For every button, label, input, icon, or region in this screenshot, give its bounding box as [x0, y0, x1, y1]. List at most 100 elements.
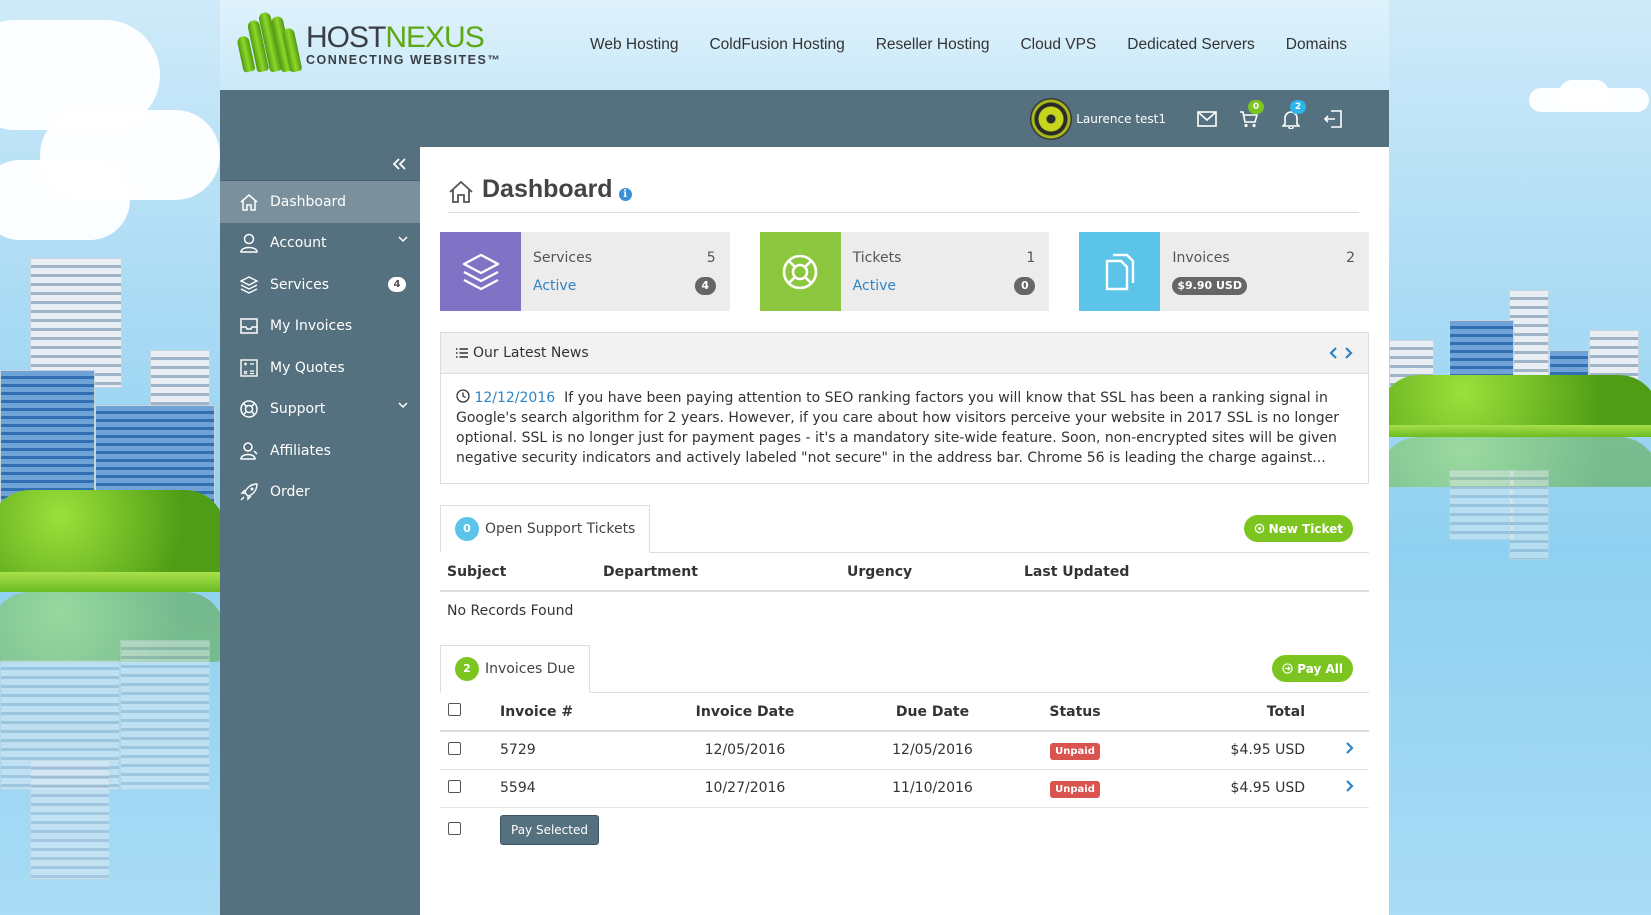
- invoices-due-section: 2 Invoices Due Pay All Invoice # Invoice…: [440, 645, 1369, 853]
- news-date-link[interactable]: 12/12/2016: [474, 390, 555, 406]
- layers-icon: [239, 275, 259, 294]
- column-header[interactable]: Invoice #: [500, 693, 650, 732]
- tickets-table: Subject Department Urgency Last Updated …: [440, 553, 1369, 629]
- sidebar-item-label: Services: [270, 276, 330, 293]
- nav-coldfusion-hosting[interactable]: ColdFusion Hosting: [709, 36, 844, 54]
- avatar[interactable]: [1030, 97, 1073, 140]
- sidebar-item-label: My Invoices: [270, 318, 353, 335]
- arrow-circle-right-icon: [1282, 663, 1293, 674]
- tickets-tile[interactable]: Tickets 1 Active 0: [759, 232, 1050, 311]
- background-scenery-left: [0, 0, 220, 915]
- column-header[interactable]: Subject: [440, 553, 603, 592]
- services-tile-icon-box: [440, 232, 521, 311]
- column-header[interactable]: Due Date: [840, 693, 1025, 732]
- page-header: Dashboard i: [448, 147, 1359, 213]
- affiliates-icon: [240, 442, 258, 460]
- sidebar-item-affiliates[interactable]: Affiliates: [220, 430, 420, 472]
- column-header[interactable]: Status: [1025, 693, 1125, 732]
- invoice-number: 5729: [500, 731, 650, 770]
- column-header[interactable]: Urgency: [847, 553, 1024, 592]
- column-header[interactable]: Total: [1125, 693, 1305, 732]
- logo-tagline: CONNECTING WEBSITES™: [306, 53, 502, 67]
- page-frame: HOSTNEXUS CONNECTING WEBSITES™ Web Hosti…: [220, 0, 1389, 915]
- logo-host-text: HOST: [306, 21, 386, 54]
- chevron-down-icon: [398, 401, 408, 408]
- tile-count: 5: [706, 250, 716, 266]
- row-checkbox[interactable]: [448, 741, 461, 755]
- collapse-sidebar-icon[interactable]: [392, 157, 406, 170]
- row-checkbox[interactable]: [448, 779, 461, 793]
- hand-logo-icon: [236, 10, 303, 80]
- services-active-link[interactable]: Active: [533, 278, 576, 294]
- sidebar-item-order[interactable]: Order: [220, 472, 420, 514]
- tab-invoices-due[interactable]: 2 Invoices Due: [440, 645, 591, 693]
- sidebar-item-support[interactable]: Support: [220, 389, 420, 431]
- tab-label: Open Support Tickets: [485, 521, 636, 537]
- invoice-date: 12/05/2016: [650, 731, 840, 770]
- pay-all-button[interactable]: Pay All: [1272, 655, 1353, 682]
- due-date: 12/05/2016: [840, 731, 1025, 770]
- sidebar-item-my-quotes[interactable]: My Quotes: [220, 347, 420, 389]
- latest-news-panel: Our Latest News 12/12/2016 If you have b…: [440, 332, 1369, 484]
- summary-tiles: Services 5 Active 4 Tickets 1 Active 0 I…: [440, 232, 1370, 311]
- sidebar-item-my-invoices[interactable]: My Invoices: [220, 306, 420, 348]
- nav-cloud-vps[interactable]: Cloud VPS: [1020, 36, 1096, 54]
- chevron-right-icon[interactable]: [1345, 779, 1355, 793]
- chevron-right-icon[interactable]: [1344, 346, 1354, 360]
- username[interactable]: Laurence test1: [1076, 112, 1166, 126]
- home-icon: [240, 193, 258, 211]
- nav-dedicated-servers[interactable]: Dedicated Servers: [1127, 36, 1255, 54]
- status-badge: Unpaid: [1050, 743, 1100, 761]
- chevron-right-icon[interactable]: [1345, 741, 1355, 755]
- sidebar: Dashboard Account Services 4 My Invoices…: [220, 147, 420, 915]
- select-all-checkbox[interactable]: [448, 703, 461, 716]
- pay-selected-checkbox[interactable]: [448, 821, 461, 835]
- logo-nexus-text: NEXUS: [385, 21, 484, 54]
- nav-domains[interactable]: Domains: [1286, 36, 1347, 54]
- chevron-down-icon: [398, 235, 408, 242]
- sidebar-item-label: Affiliates: [270, 442, 331, 459]
- empty-state-text: No Records Found: [447, 602, 574, 619]
- invoices-amount-badge: $9.90 USD: [1172, 277, 1247, 295]
- notifications-button[interactable]: 2: [1270, 99, 1312, 134]
- mail-icon: [1197, 110, 1217, 127]
- chevron-left-icon[interactable]: [1328, 346, 1338, 360]
- invoices-tile-icon-box: [1079, 232, 1161, 311]
- sidebar-item-services[interactable]: Services 4: [220, 264, 420, 306]
- column-header[interactable]: Invoice Date: [650, 693, 840, 732]
- hostnexus-logo[interactable]: HOSTNEXUS CONNECTING WEBSITES™: [220, 0, 550, 90]
- sidebar-item-dashboard[interactable]: Dashboard: [220, 181, 420, 223]
- tickets-active-badge: 0: [1014, 277, 1036, 295]
- home-icon: [449, 180, 473, 203]
- button-label: Pay All: [1297, 661, 1343, 676]
- background-scenery-right: [1389, 0, 1651, 915]
- due-date: 11/10/2016: [840, 769, 1025, 808]
- tickets-active-link[interactable]: Active: [853, 278, 896, 294]
- table-row[interactable]: 5594 10/27/2016 11/10/2016 Unpaid $4.95 …: [440, 769, 1369, 808]
- news-article: 12/12/2016 If you have been paying atten…: [441, 374, 1368, 482]
- lifebuoy-icon: [782, 254, 818, 289]
- rocket-icon: [240, 483, 258, 501]
- nav-reseller-hosting[interactable]: Reseller Hosting: [876, 36, 990, 54]
- clock-icon: [456, 389, 470, 403]
- column-header[interactable]: Last Updated: [1024, 553, 1369, 592]
- logout-button[interactable]: [1312, 104, 1354, 134]
- pay-selected-button[interactable]: Pay Selected: [500, 815, 599, 846]
- news-heading: Our Latest News: [473, 345, 589, 361]
- new-ticket-button[interactable]: New Ticket: [1243, 515, 1353, 542]
- cart-button[interactable]: 0: [1228, 99, 1270, 134]
- info-icon[interactable]: i: [618, 188, 632, 201]
- sidebar-item-account[interactable]: Account: [220, 223, 420, 265]
- tab-open-support-tickets[interactable]: 0 Open Support Tickets: [440, 505, 651, 553]
- services-tile[interactable]: Services 5 Active 4: [440, 232, 730, 311]
- table-row[interactable]: 5729 12/05/2016 12/05/2016 Unpaid $4.95 …: [440, 731, 1369, 770]
- tile-title: Invoices: [1172, 250, 1230, 266]
- messages-button[interactable]: [1186, 104, 1228, 134]
- nav-web-hosting[interactable]: Web Hosting: [590, 36, 678, 54]
- tab-label: Invoices Due: [485, 661, 576, 677]
- sidebar-item-label: My Quotes: [270, 359, 345, 376]
- sidebar-item-label: Dashboard: [270, 193, 346, 210]
- invoices-tile[interactable]: Invoices 2 $9.90 USD: [1079, 232, 1370, 311]
- column-header[interactable]: Department: [603, 553, 847, 592]
- tickets-tile-icon-box: [759, 232, 841, 311]
